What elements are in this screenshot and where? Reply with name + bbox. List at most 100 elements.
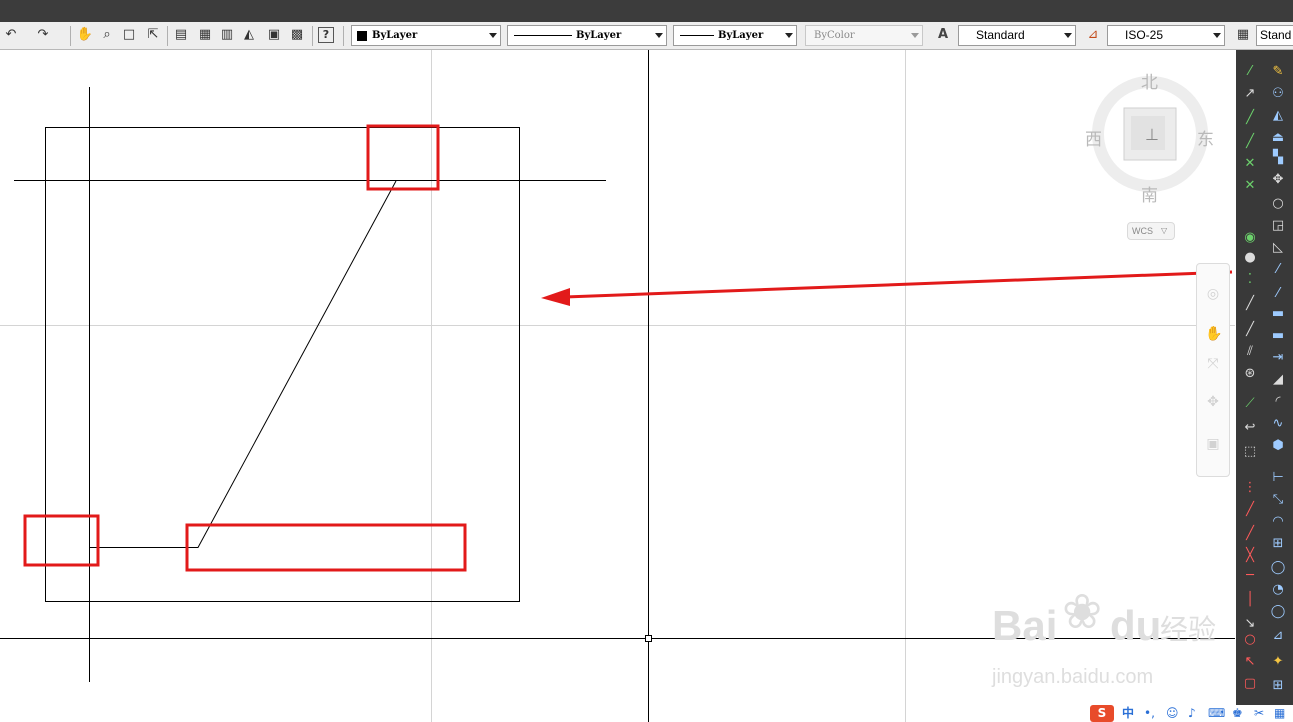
dim-style-combo[interactable]: ISO-25 <box>1107 25 1225 46</box>
stretch-icon[interactable]: ↖ <box>1242 654 1258 670</box>
properties-icon[interactable]: ▤ <box>172 26 190 44</box>
arc-icon[interactable]: ✕ <box>1242 178 1258 194</box>
revcloud-icon[interactable]: ● <box>1242 250 1258 266</box>
radius-dim-icon[interactable]: ◯ <box>1270 560 1286 576</box>
zoom-realtime-icon[interactable]: ⌕ <box>98 26 116 44</box>
microphone-icon[interactable]: ♪ <box>1188 705 1196 722</box>
viewcube[interactable]: ⊥ 北 南 西 东 <box>1085 64 1215 206</box>
erase-icon[interactable]: ⋮ <box>1242 480 1258 496</box>
table-style-combo[interactable]: Stand <box>1256 25 1293 46</box>
point-icon[interactable]: ⊛ <box>1242 366 1258 382</box>
emoji-icon[interactable]: ☺ <box>1166 705 1179 722</box>
punctuation-icon[interactable]: •, <box>1144 705 1155 722</box>
steering-wheel-icon[interactable]: ◎ <box>1205 286 1221 302</box>
move-tool-icon[interactable]: ✥ <box>1270 172 1286 188</box>
chamfer-tool-icon[interactable]: ⇥ <box>1270 350 1286 366</box>
construction-line-icon[interactable]: ↗ <box>1242 86 1258 102</box>
fillet-tool-icon[interactable]: ◢ <box>1270 372 1286 388</box>
wcs-label: WCS <box>1132 226 1153 236</box>
zoom-window-icon[interactable]: □ <box>120 26 138 44</box>
viewcube-south[interactable]: 南 <box>1141 181 1158 206</box>
skin-icon[interactable]: ♚ <box>1232 705 1243 722</box>
3d-box-icon[interactable]: ⬢ <box>1270 438 1286 454</box>
scale-icon[interactable]: ○ <box>1242 632 1258 648</box>
mirror-icon[interactable]: ╱ <box>1242 526 1258 542</box>
array-tool-icon[interactable]: ▚ <box>1270 150 1286 166</box>
trim-icon[interactable]: ▢ <box>1242 676 1258 692</box>
design-center-icon[interactable]: ▦ <box>196 26 214 44</box>
baseline-dim-icon[interactable]: ⊞ <box>1270 678 1286 694</box>
viewcube-north[interactable]: 北 <box>1141 68 1158 93</box>
make-block-icon[interactable]: ⫽ <box>1242 344 1258 360</box>
sheet-set-icon[interactable]: ▣ <box>265 26 283 44</box>
table-style-icon[interactable]: ▦ <box>1234 26 1252 44</box>
dim-style-icon[interactable]: ⊿ <box>1084 26 1102 44</box>
toolbox-icon[interactable]: ✂ <box>1254 705 1264 722</box>
viewcube-east[interactable]: 东 <box>1197 125 1214 150</box>
break-tool-icon[interactable]: ▬ <box>1270 306 1286 322</box>
color-combo[interactable]: ByLayer <box>351 25 501 46</box>
rotate-icon[interactable]: ↘ <box>1242 616 1258 632</box>
rectangle-icon[interactable]: ✕ <box>1242 156 1258 172</box>
circle-icon[interactable]: ◉ <box>1242 230 1258 246</box>
jogged-dim-icon[interactable]: ◔ <box>1270 582 1286 598</box>
pan-icon[interactable]: ✋ <box>76 26 94 44</box>
tool-palettes-icon[interactable]: ▥ <box>218 26 236 44</box>
polyline-icon[interactable]: ╱ <box>1242 110 1258 126</box>
orbit-icon[interactable]: ✥ <box>1205 394 1221 410</box>
wcs-menu[interactable]: WCS ▽ <box>1127 222 1175 240</box>
region-icon[interactable]: ⬚ <box>1242 444 1258 460</box>
offset-tool-icon[interactable]: ⏏ <box>1270 130 1286 146</box>
aligned-dim-icon[interactable]: ⤡ <box>1270 492 1286 508</box>
zoom-extents-icon[interactable]: ⤧ <box>1205 356 1221 372</box>
arc-length-icon[interactable]: ◠ <box>1270 514 1286 530</box>
markup-icon[interactable]: ◭ <box>240 26 258 44</box>
text-style-combo[interactable]: Standard <box>958 25 1076 46</box>
help-icon[interactable]: ? <box>318 27 334 43</box>
gradient-icon[interactable]: ↩ <box>1242 420 1258 436</box>
line-icon[interactable]: ⁄ <box>1242 64 1258 80</box>
copy-tool-icon[interactable]: ⚇ <box>1270 86 1286 102</box>
ordinate-dim-icon[interactable]: ⊞ <box>1270 536 1286 552</box>
text-style-icon[interactable]: A <box>934 26 952 44</box>
explode-tool-icon[interactable]: ∿ <box>1270 416 1286 432</box>
chevron-down-icon <box>785 33 793 38</box>
insert-block-icon[interactable]: ╱ <box>1242 322 1258 338</box>
keyboard-icon[interactable]: ⌨ <box>1208 705 1225 722</box>
array-icon[interactable]: ─ <box>1242 568 1258 584</box>
blend-tool-icon[interactable]: ◜ <box>1270 394 1286 410</box>
angular-dim-icon[interactable]: ⊿ <box>1270 628 1286 644</box>
baidu-watermark: Bai ❀ du 经验 jingyan.baidu.com <box>990 584 1222 698</box>
lineweight-combo[interactable]: ByLayer <box>673 25 797 46</box>
zoom-previous-icon[interactable]: ⇱ <box>144 26 162 44</box>
sogou-ime-icon[interactable]: S <box>1090 705 1114 722</box>
mirror-tool-icon[interactable]: ◭ <box>1270 108 1286 124</box>
quickcalc-icon[interactable]: ▩ <box>288 26 306 44</box>
linear-dim-icon[interactable]: ⊢ <box>1270 470 1286 486</box>
scale-tool-icon[interactable]: ◲ <box>1270 218 1286 234</box>
trim-tool-icon[interactable]: ⁄ <box>1270 262 1286 278</box>
ime-language-label[interactable]: 中 <box>1122 705 1134 722</box>
linetype-combo[interactable]: ByLayer <box>507 25 667 46</box>
menu-grid-icon[interactable]: ▦ <box>1274 705 1285 722</box>
diameter-dim-icon[interactable]: ◯ <box>1270 604 1286 620</box>
viewcube-west[interactable]: 西 <box>1085 125 1102 150</box>
copy-icon[interactable]: ╱ <box>1242 502 1258 518</box>
undo-icon[interactable]: ↶ <box>2 26 20 44</box>
showmotion-icon[interactable]: ▣ <box>1205 436 1221 452</box>
polygon-icon[interactable]: ╱ <box>1242 134 1258 150</box>
spline-icon[interactable]: ⁚ <box>1242 272 1258 288</box>
extend-tool-icon[interactable]: ⁄ <box>1270 286 1286 302</box>
offset-icon[interactable]: ╳ <box>1242 548 1258 564</box>
stretch-tool-icon[interactable]: ◺ <box>1270 240 1286 256</box>
rotate-tool-icon[interactable]: ○ <box>1270 196 1286 212</box>
quick-dim-icon[interactable]: ✦ <box>1270 654 1286 670</box>
erase-tool-icon[interactable]: ✎ <box>1270 64 1286 80</box>
join-tool-icon[interactable]: ▬ <box>1270 328 1286 344</box>
z-polyline <box>89 180 397 548</box>
redo-icon[interactable]: ↷ <box>34 26 52 44</box>
hatch-icon[interactable]: ⟋ <box>1242 396 1258 412</box>
ellipse-icon[interactable]: ╱ <box>1242 296 1258 312</box>
pan-icon[interactable]: ✋ <box>1205 326 1222 342</box>
move-icon[interactable]: │ <box>1242 592 1258 608</box>
